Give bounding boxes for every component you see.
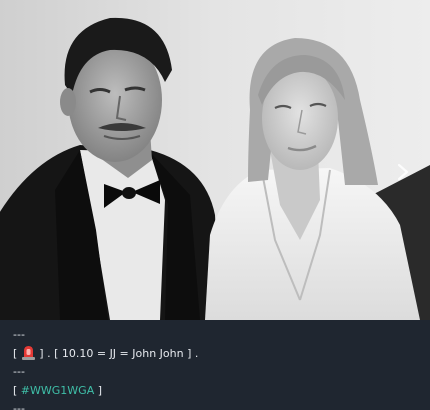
post-card: --- [ ] . [ 10.10 = JJ = John John ] . -… xyxy=(0,0,430,410)
chevron-right-icon[interactable] xyxy=(396,163,410,181)
caption-line-separator-2: --- xyxy=(13,365,25,378)
caption-line-separator-1: --- xyxy=(13,328,25,341)
caption-bracket-close-2: ] xyxy=(94,383,103,397)
caption-line-separator-3: --- xyxy=(13,402,25,410)
police-siren-icon xyxy=(21,345,35,360)
caption-bracket-open-2: [ xyxy=(13,383,21,397)
post-caption: --- [ ] . [ 10.10 = JJ = John John ] . -… xyxy=(13,326,420,410)
caption-line-jj: [ ] . [ 10.10 = JJ = John John ] . xyxy=(13,345,420,364)
photo-image xyxy=(0,0,430,320)
caption-line-hashtag: [ #WWG1WGA ] xyxy=(13,382,420,401)
caption-bracket-open: [ xyxy=(13,346,21,360)
hashtag-link[interactable]: #WWG1WGA xyxy=(21,384,94,397)
caption-jj-text: ] . [ 10.10 = JJ = John John ] . xyxy=(35,346,199,360)
post-photo[interactable] xyxy=(0,0,430,320)
